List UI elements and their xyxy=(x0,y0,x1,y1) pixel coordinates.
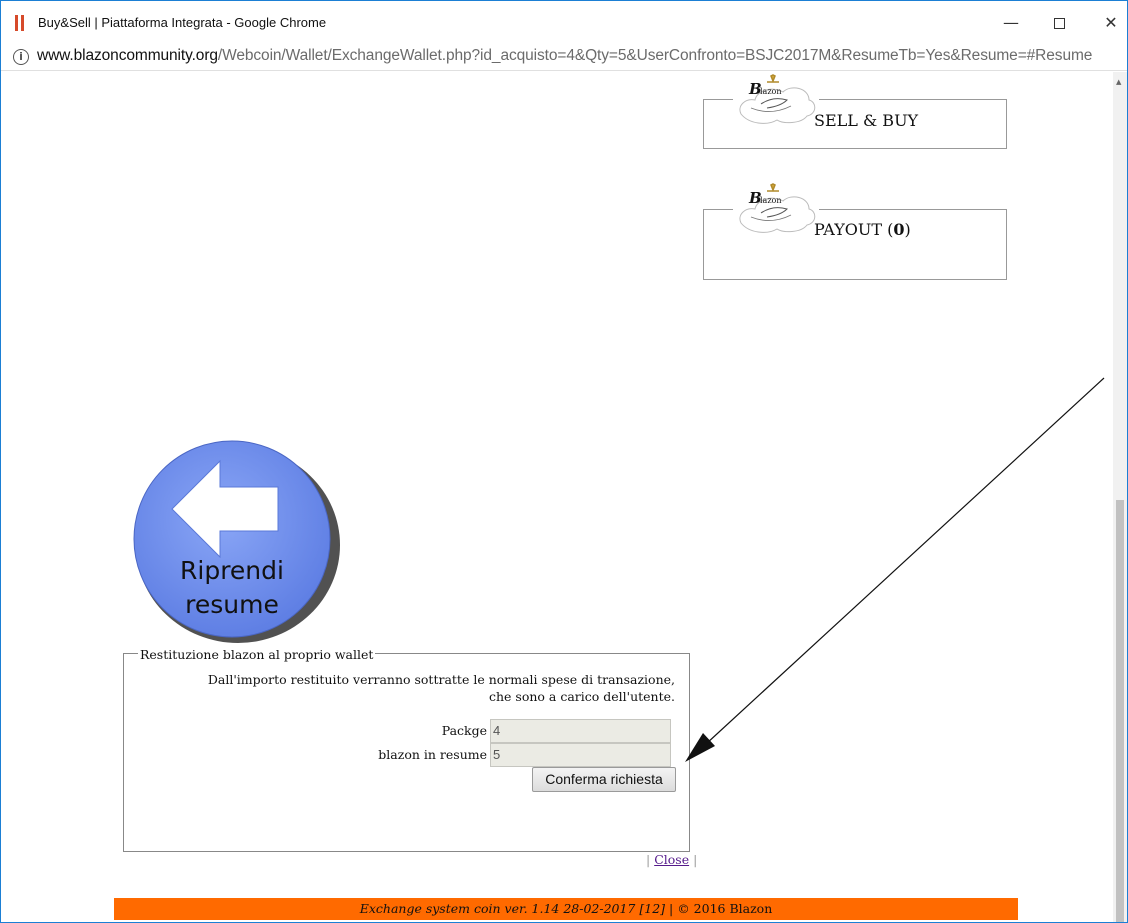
url-text[interactable]: www.blazoncommunity.org/Webcoin/Wallet/E… xyxy=(37,47,1092,65)
blazon-logo-icon: B lazon xyxy=(733,74,819,130)
title-bar: Buy&Sell | Piattaforma Integrata - Googl… xyxy=(1,1,1127,45)
browser-window: Buy&Sell | Piattaforma Integrata - Googl… xyxy=(0,0,1128,923)
scroll-up-icon[interactable]: ▲ xyxy=(1116,78,1121,86)
menu-label-sell-buy[interactable]: SELL & BUY xyxy=(814,111,918,130)
payout-label: PAYOUT ( xyxy=(814,220,894,239)
vertical-scrollbar[interactable]: ▲ xyxy=(1113,72,1127,922)
confirm-request-button[interactable]: Conferma richiesta xyxy=(532,767,676,792)
blazon-resume-field[interactable]: 5 xyxy=(490,743,671,767)
fieldset-legend: Restituzione blazon al proprio wallet xyxy=(138,647,376,662)
resume-line1: Riprendi xyxy=(180,556,284,585)
footer-bar: Exchange system coin ver. 1.14 28-02-201… xyxy=(114,898,1018,920)
menu-label-payout[interactable]: PAYOUT (0) xyxy=(814,220,911,239)
payout-label-end: ) xyxy=(904,220,911,239)
scrollbar-thumb[interactable] xyxy=(1116,500,1124,922)
footer-separator: | xyxy=(665,901,678,916)
footer-version: Exchange system coin ver. 1.14 28-02-201… xyxy=(359,901,666,916)
app-icon xyxy=(15,15,25,31)
notice-line1: Dall'importo restituito verranno sottrat… xyxy=(207,672,675,687)
close-row: | Close | xyxy=(646,852,697,867)
close-suffix: | xyxy=(689,852,698,867)
maximize-icon xyxy=(1053,18,1065,29)
blazon-resume-label: blazon in resume xyxy=(378,747,487,762)
resume-line2: resume xyxy=(185,590,279,619)
package-label: Packge xyxy=(441,723,487,738)
close-link[interactable]: Close xyxy=(654,852,689,867)
url-path: /Webcoin/Wallet/ExchangeWallet.php?id_ac… xyxy=(217,47,1093,64)
close-window-button[interactable]: ✕ xyxy=(1091,9,1127,37)
minimize-button[interactable]: — xyxy=(991,9,1031,37)
address-bar[interactable]: i www.blazoncommunity.org/Webcoin/Wallet… xyxy=(1,45,1127,71)
url-host: www.blazoncommunity.org xyxy=(37,47,218,64)
svg-text:lazon: lazon xyxy=(760,87,782,96)
package-field[interactable]: 4 xyxy=(490,719,671,743)
window-title: Buy&Sell | Piattaforma Integrata - Googl… xyxy=(38,15,327,30)
payout-count: 0 xyxy=(893,220,905,239)
maximize-button[interactable] xyxy=(1039,9,1079,37)
notice-line2: che sono a carico dell'utente. xyxy=(488,689,675,704)
page-content: B lazon SELL & BUY B lazon PAYOUT (0) Ri… xyxy=(2,72,1112,922)
footer-copyright: © 2016 Blazon xyxy=(677,901,773,916)
info-icon[interactable]: i xyxy=(13,49,29,65)
close-prefix: | xyxy=(646,852,655,867)
blazon-logo-icon: B lazon xyxy=(733,183,819,239)
svg-text:lazon: lazon xyxy=(760,196,782,205)
resume-button[interactable]: Riprendi resume xyxy=(128,439,342,647)
